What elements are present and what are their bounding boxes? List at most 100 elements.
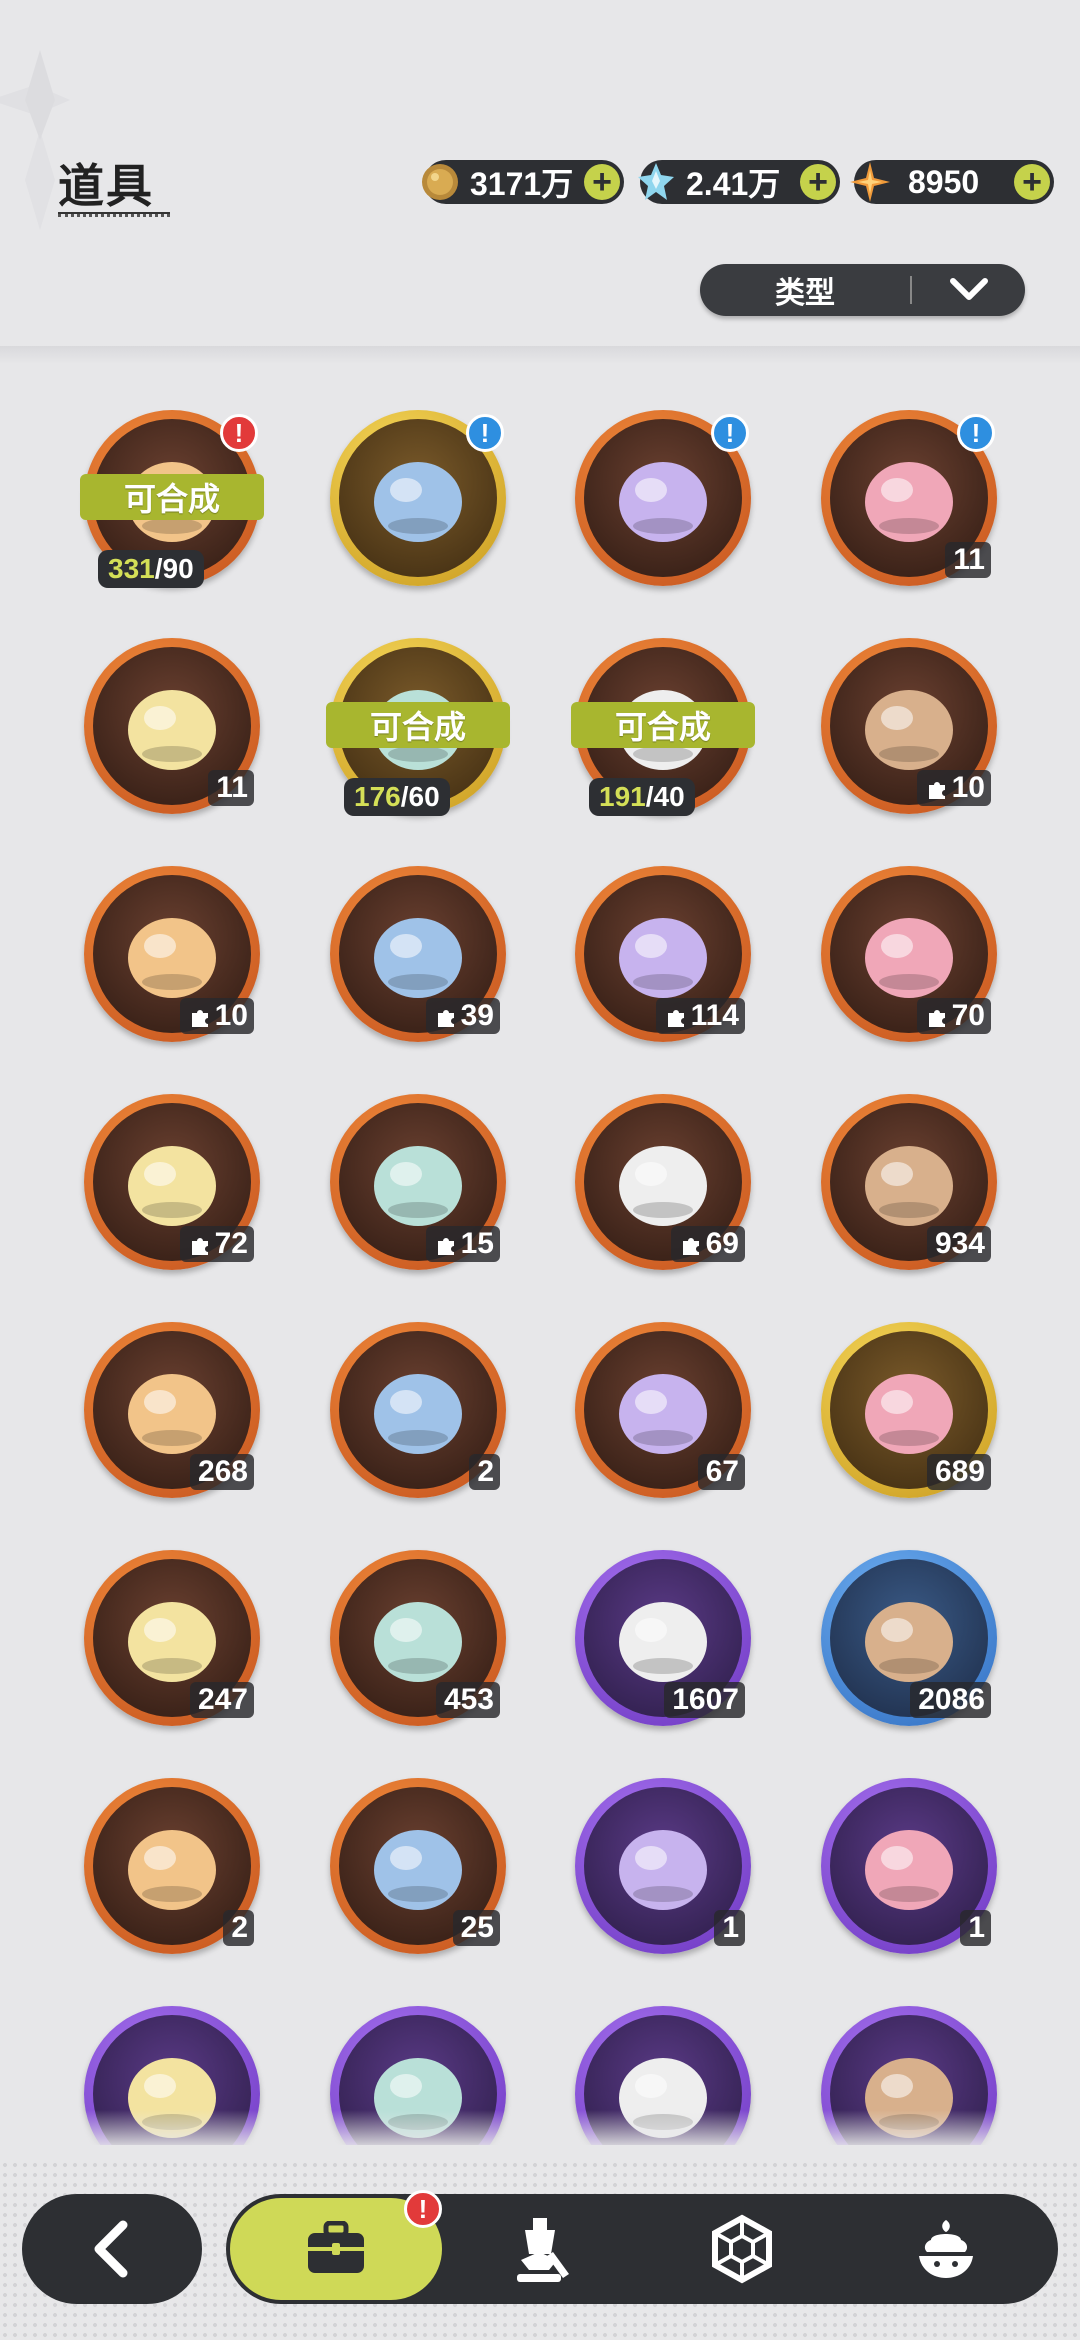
- item-slot-chest-blue-gold[interactable]: !: [330, 410, 506, 586]
- fragment-have: 191: [599, 781, 646, 812]
- item-slot-white-cat-fragment[interactable]: 10: [821, 638, 997, 814]
- item-count: 39: [425, 998, 500, 1034]
- item-count: 1: [960, 1910, 991, 1946]
- item-count: 268: [189, 1454, 254, 1490]
- item-count: 2: [223, 1910, 254, 1946]
- gift-box-icon: [841, 1798, 977, 1934]
- craftable-banner: 可合成: [571, 702, 755, 748]
- horn-icon: [595, 1798, 731, 1934]
- item-count: 70: [916, 998, 991, 1034]
- item-slot-chest-purple[interactable]: 11!: [821, 410, 997, 586]
- blue-crystal-icon: [634, 160, 678, 204]
- item-count: 72: [179, 1226, 254, 1262]
- info-badge: !: [466, 414, 504, 452]
- item-slot-clover-card[interactable]: 25: [330, 1778, 506, 1954]
- fragment-need: /40: [645, 781, 685, 812]
- info-badge: !: [957, 414, 995, 452]
- add-gold-button[interactable]: +: [584, 164, 620, 200]
- item-slot-dark-bear-fragment[interactable]: 15: [330, 1094, 506, 1270]
- currency-star-value: 8950: [908, 163, 980, 200]
- craftable-banner: 可合成: [326, 702, 510, 748]
- chevron-down-icon: [912, 277, 1025, 303]
- item-count: 247: [189, 1682, 254, 1718]
- item-slot-purple-crystal-emblem[interactable]: 11: [84, 638, 260, 814]
- currency-star-shard: 8950 +: [850, 160, 1054, 204]
- item-slot-gift-box[interactable]: 1: [821, 1778, 997, 1954]
- item-count: 25: [452, 1910, 500, 1946]
- item-slot-chest-blue[interactable]: !: [575, 410, 751, 586]
- item-count: 2086: [910, 1682, 991, 1718]
- bag-notification-badge: !: [404, 2190, 442, 2228]
- item-slot-refresh-card[interactable]: 2: [84, 1778, 260, 1954]
- currency-gold: 3171万 +: [422, 160, 624, 204]
- alert-badge: !: [220, 414, 258, 452]
- item-slot-lilac-creature-fragment[interactable]: 69: [575, 1094, 751, 1270]
- fragment-have: 331: [108, 553, 155, 584]
- item-slot-cat-fragment[interactable]: 72: [84, 1094, 260, 1270]
- info-badge: !: [711, 414, 749, 452]
- briefcase-icon: [308, 2221, 364, 2273]
- item-slot-purple-card[interactable]: 1607: [575, 1550, 751, 1726]
- gold-coin-icon: [418, 160, 462, 204]
- add-star-button[interactable]: +: [1014, 164, 1050, 200]
- grid-fade: [0, 2110, 1080, 2150]
- title-underline: [58, 212, 170, 217]
- item-count: 15: [425, 1226, 500, 1262]
- knight-chess-icon: [517, 2218, 569, 2282]
- item-slot-gold-paw-charm[interactable]: 67: [575, 1322, 751, 1498]
- item-slot-rainbow-card[interactable]: 247: [84, 1550, 260, 1726]
- add-crystal-button[interactable]: +: [800, 164, 836, 200]
- item-count: 453: [435, 1682, 500, 1718]
- item-slot-fox-mask-fragment[interactable]: 10: [84, 866, 260, 1042]
- treasure-chest-icon: [595, 430, 731, 566]
- nav-tab-characters[interactable]: [480, 2204, 600, 2294]
- item-slot-golden-hamster-fragment[interactable]: 可合成 176/60: [326, 638, 510, 816]
- item-count: 1: [714, 1910, 745, 1946]
- nav-tab-cuisine[interactable]: [886, 2204, 1006, 2294]
- header-divider: [0, 346, 1080, 364]
- item-slot-knight-fragment[interactable]: 114: [575, 866, 751, 1042]
- item-slot-blue-crystal[interactable]: 268: [84, 1322, 260, 1498]
- item-slot-bear-fragment[interactable]: 39: [330, 866, 506, 1042]
- item-slot-red-paw-charm[interactable]: 2: [330, 1322, 506, 1498]
- hexagon-icon: [712, 2214, 772, 2284]
- fragment-need: /90: [154, 553, 194, 584]
- item-count: 11: [945, 542, 991, 578]
- item-count: 11: [208, 770, 254, 806]
- fragment-progress: 191/40: [589, 778, 695, 816]
- currency-crystal-value: 2.41万: [686, 166, 781, 202]
- fragment-need: /60: [400, 781, 440, 812]
- dessert-icon: [919, 2220, 973, 2278]
- item-count: 2: [469, 1454, 500, 1490]
- type-filter-dropdown[interactable]: 类型: [700, 264, 1025, 316]
- item-count: 10: [916, 770, 991, 806]
- currency-gold-value: 3171万: [470, 166, 574, 202]
- item-count: 934: [926, 1226, 991, 1262]
- paw-charm-icon: [350, 1342, 486, 1478]
- item-grid: 可合成 331/90!!! 11! 11 可合成 176/60 可合成 191/40 10 10 3…: [0, 410, 1080, 2145]
- craftable-banner: 可合成: [80, 474, 264, 520]
- item-slot-hamster-fragment[interactable]: 可合成 331/90!: [80, 410, 264, 588]
- item-count: 689: [926, 1454, 991, 1490]
- item-slot-amber-card[interactable]: 453: [330, 1550, 506, 1726]
- treasure-chest-icon: [350, 430, 486, 566]
- item-slot-white-creature-fragment[interactable]: 70: [821, 866, 997, 1042]
- back-button[interactable]: [22, 2194, 202, 2304]
- item-count: 69: [670, 1226, 745, 1262]
- type-filter-label: 类型: [775, 277, 835, 310]
- item-slot-pink-crystal[interactable]: 934: [821, 1094, 997, 1270]
- refresh-card-icon: [104, 1798, 240, 1934]
- chevron-left-icon: [94, 2220, 128, 2278]
- item-slot-blue-card[interactable]: 2086: [821, 1550, 997, 1726]
- nav-tab-gems[interactable]: [682, 2204, 802, 2294]
- item-slot-hamster-fragment-2[interactable]: 可合成 191/40: [571, 638, 755, 816]
- fragment-have: 176: [354, 781, 401, 812]
- item-slot-gold-card[interactable]: 689: [821, 1322, 997, 1498]
- fragment-progress: 176/60: [344, 778, 450, 816]
- item-count: 1607: [664, 1682, 745, 1718]
- currency-crystal: 2.41万 +: [638, 160, 840, 204]
- item-slot-horn-ornament[interactable]: 1: [575, 1778, 751, 1954]
- page-title: 道具: [58, 160, 154, 212]
- item-count: 10: [179, 998, 254, 1034]
- item-count: 67: [697, 1454, 745, 1490]
